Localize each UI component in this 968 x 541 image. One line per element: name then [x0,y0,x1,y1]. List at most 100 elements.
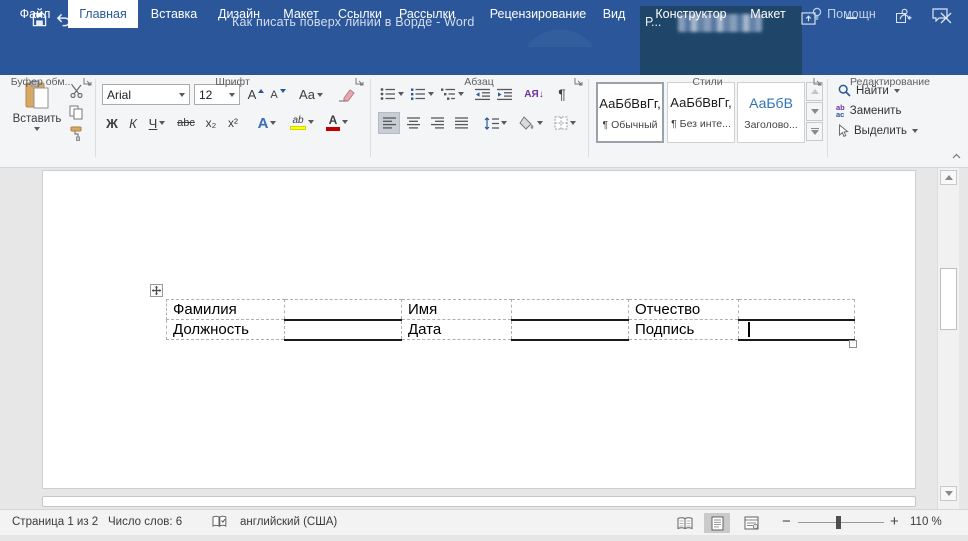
replace-button[interactable]: ab ac Заменить [836,104,901,118]
word-count[interactable]: Число слов: 6 [108,510,182,535]
font-group-label: Шрифт [95,76,370,88]
format-painter-icon [69,126,84,141]
copy-button[interactable] [64,103,88,121]
tab-table-layout[interactable]: Макет [742,0,794,28]
styles-gallery-more-button[interactable] [806,122,823,141]
cell-blank-underlined[interactable] [739,320,855,340]
superscript-button[interactable]: x² [222,112,244,134]
scroll-up-button[interactable] [940,170,957,185]
zoom-out-button[interactable]: − [782,509,791,534]
paint-bucket-icon [519,116,535,130]
grow-arrow-icon [258,89,264,93]
select-button[interactable]: Выделить [838,124,918,137]
styles-dialog-launcher-icon[interactable] [813,77,823,87]
table-move-handle[interactable] [150,284,163,297]
cell-blank-underlined[interactable] [285,300,402,320]
bold-button[interactable]: Ж [102,112,122,134]
borders-icon [554,116,568,130]
cell-label[interactable]: Отчество [629,300,739,320]
clipboard-dialog-launcher-icon[interactable] [83,77,93,87]
cell-blank-underlined[interactable] [285,320,402,340]
zoom-in-button[interactable]: + [890,509,899,534]
share-person-icon [898,7,913,22]
styles-scroll-down-button[interactable] [806,102,823,121]
window-bottom-edge [0,535,968,541]
sort-icon: АЯ↓ [524,89,543,100]
highlight-button[interactable]: ab [286,110,318,134]
cell-blank-underlined[interactable] [512,300,629,320]
tab-home[interactable]: Главная [68,0,138,28]
horizontal-scroll-thumb[interactable] [42,496,916,507]
collapse-ribbon-button[interactable] [948,148,964,164]
tab-review[interactable]: Рецензирование [484,0,592,28]
strikethrough-button[interactable]: abc [172,112,200,134]
replace-icon: ab ac [836,104,845,118]
share-button[interactable] [890,0,920,28]
align-left-button[interactable] [378,112,400,134]
cell-label[interactable]: Имя [402,300,512,320]
print-layout-button[interactable] [704,513,730,533]
strikethrough-glyph: abc [177,117,195,129]
style-normal-label: ¶ Обычный [598,119,662,131]
underline-button[interactable]: Ч [143,112,171,134]
bullets-icon [380,87,396,101]
tab-insert[interactable]: Вставка [146,0,202,28]
tab-file[interactable]: Файл [12,0,58,28]
paste-dropdown-icon [34,127,40,131]
word-window: Как писать поверх линии в Ворде - Word Р… [0,0,968,541]
multilevel-list-icon [440,87,456,101]
align-right-button[interactable] [426,112,448,134]
justify-button[interactable] [450,112,472,134]
comments-button[interactable] [924,0,956,28]
zoom-slider-track[interactable] [798,522,884,523]
cell-blank-underlined[interactable] [739,300,855,320]
tab-references[interactable]: Ссылки [334,0,386,28]
numbering-icon [410,87,426,101]
shrink-font-glyph: А [270,89,277,101]
paragraph-dialog-launcher-icon[interactable] [574,77,584,87]
style-normal[interactable]: АаБбВвГг, ¶ Обычный [596,82,664,143]
text-effects-button[interactable]: А [252,112,282,134]
tab-table-design[interactable]: Конструктор [646,0,736,28]
shading-button[interactable] [516,112,546,134]
zoom-level[interactable]: 110 % [910,510,942,535]
cell-label[interactable]: Должность [167,320,285,340]
cell-blank-underlined[interactable] [512,320,629,340]
subscript-button[interactable]: x₂ [200,112,222,134]
cell-label[interactable]: Подпись [629,320,739,340]
word-table[interactable]: Фамилия Имя Отчество Должность Дата Подп… [166,299,855,341]
vertical-scrollbar[interactable] [937,168,959,509]
cell-label[interactable]: Фамилия [167,300,285,320]
italic-button[interactable]: К [124,112,142,134]
cell-label[interactable]: Дата [402,320,512,340]
read-mode-button[interactable] [672,513,698,533]
tab-view[interactable]: Вид [596,0,632,28]
tab-layout[interactable]: Макет [276,0,326,28]
paste-button[interactable]: Вставить [10,80,64,146]
tab-design[interactable]: Дизайн [212,0,266,28]
font-color-button[interactable]: А [322,110,352,134]
change-case-glyph: Аа [299,87,315,102]
language-indicator[interactable]: английский (США) [240,510,337,535]
web-layout-button[interactable] [738,513,764,533]
scroll-down-button[interactable] [940,486,957,501]
table-resize-handle[interactable] [849,340,857,348]
style-no-spacing[interactable]: АаБбВвГг, ¶ Без инте... [667,82,735,143]
font-size-value: 12 [199,88,212,102]
document-page[interactable]: Фамилия Имя Отчество Должность Дата Подп… [42,170,916,489]
tab-tell-me[interactable]: Помощн [806,0,882,28]
tell-me-label: Помощн [827,0,876,28]
grow-font-glyph: А [248,87,257,102]
shrink-arrow-icon [280,89,286,93]
zoom-slider-thumb[interactable] [836,516,841,529]
font-dialog-launcher-icon[interactable] [355,77,365,87]
align-center-button[interactable] [402,112,424,134]
pilcrow-icon: ¶ [558,86,566,102]
style-heading1[interactable]: АаБбВ Заголово... [737,82,805,143]
format-painter-button[interactable] [64,124,88,142]
line-spacing-button[interactable] [480,112,510,134]
tab-mailings[interactable]: Рассылки [394,0,460,28]
vertical-scroll-thumb[interactable] [940,268,957,330]
borders-button[interactable] [550,112,580,134]
page-indicator[interactable]: Страница 1 из 2 [12,510,98,535]
